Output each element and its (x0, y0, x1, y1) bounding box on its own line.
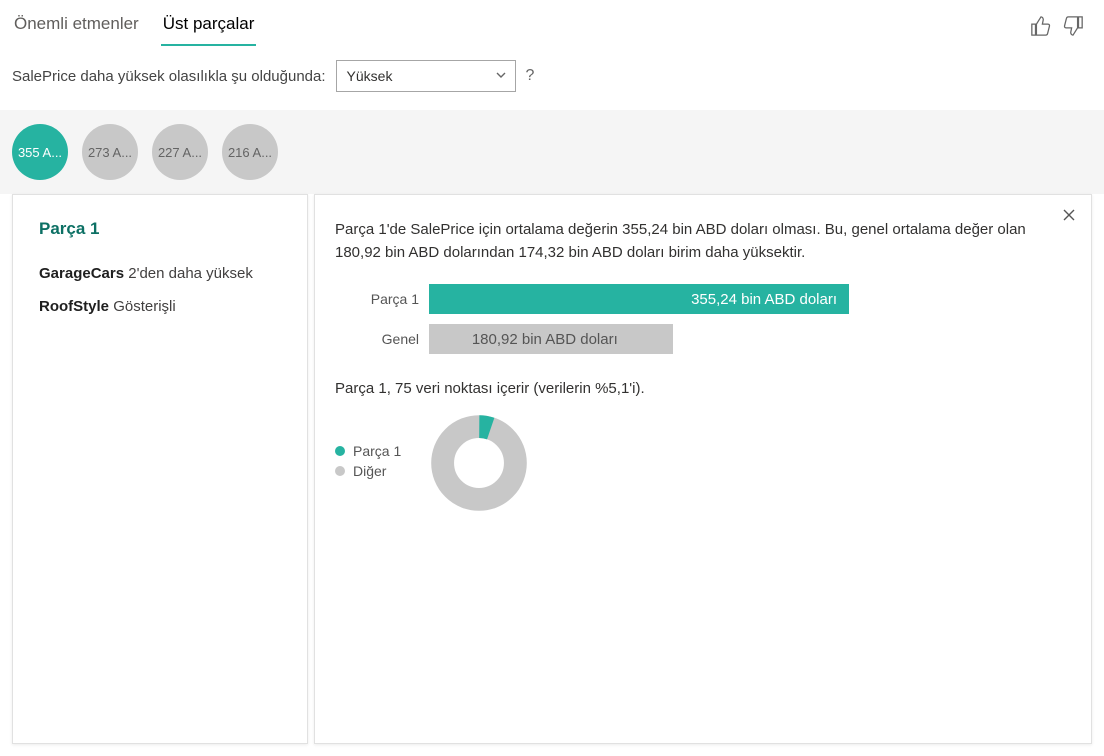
bar-fill-segment: 355,24 bin ABD doları (429, 284, 849, 314)
prompt-row: SalePrice daha yüksek olasılıkla şu oldu… (0, 46, 1104, 110)
segment-bubble-1[interactable]: 355 A... (12, 124, 68, 180)
close-icon[interactable] (1061, 207, 1077, 228)
bar-chart: Parça 1 355,24 bin ABD doları Genel 180,… (335, 284, 1067, 354)
donut-chart (431, 415, 527, 511)
select-value: Yüksek (347, 68, 393, 84)
legend-label: Diğer (353, 463, 386, 479)
segment-bubbles: 355 A... 273 A... 227 A... 216 A... (0, 110, 1104, 194)
segment-bubble-4[interactable]: 216 A... (222, 124, 278, 180)
donut-legend: Parça 1 Diğer (335, 443, 401, 483)
thumbs-up-icon[interactable] (1030, 15, 1052, 40)
tab-top-segments[interactable]: Üst parçalar (161, 8, 257, 46)
legend-dot-icon (335, 446, 345, 456)
bar-row-overall: Genel 180,92 bin ABD doları (335, 324, 1067, 354)
condition-row: RoofStyle Gösterişli (39, 298, 281, 315)
segment-detail-panel: Parça 1'de SalePrice için ortalama değer… (314, 194, 1092, 744)
value-select[interactable]: Yüksek (336, 60, 516, 92)
donut-description: Parça 1, 75 veri noktası içerir (veriler… (335, 380, 1067, 397)
prompt-text: SalePrice daha yüksek olasılıkla şu oldu… (12, 68, 326, 85)
legend-row-secondary: Diğer (335, 463, 401, 479)
chevron-down-icon (495, 68, 507, 84)
bar-fill-overall: 180,92 bin ABD doları (429, 324, 673, 354)
segment-bubble-3[interactable]: 227 A... (152, 124, 208, 180)
feedback-controls (1030, 15, 1092, 40)
donut-section: Parça 1, 75 veri noktası içerir (veriler… (335, 380, 1067, 511)
condition-feature: GarageCars (39, 265, 124, 282)
thumbs-down-icon[interactable] (1062, 15, 1084, 40)
help-icon[interactable]: ? (526, 67, 535, 85)
legend-row-primary: Parça 1 (335, 443, 401, 459)
bar-value: 180,92 bin ABD doları (472, 331, 618, 348)
bar-label: Parça 1 (335, 291, 429, 307)
condition-row: GarageCars 2'den daha yüksek (39, 265, 281, 282)
bar-label: Genel (335, 331, 429, 347)
segment-bubble-2[interactable]: 273 A... (82, 124, 138, 180)
bar-row-segment: Parça 1 355,24 bin ABD doları (335, 284, 1067, 314)
tab-key-influencers[interactable]: Önemli etmenler (12, 8, 141, 46)
legend-label: Parça 1 (353, 443, 401, 459)
condition-desc: Gösterişli (113, 298, 176, 315)
condition-desc: 2'den daha yüksek (128, 265, 253, 282)
segment-description: Parça 1'de SalePrice için ortalama değer… (335, 219, 1035, 264)
tabs-bar: Önemli etmenler Üst parçalar (0, 0, 1104, 46)
segment-conditions-panel: Parça 1 GarageCars 2'den daha yüksek Roo… (12, 194, 308, 744)
bar-value: 355,24 bin ABD doları (691, 291, 837, 308)
condition-feature: RoofStyle (39, 298, 109, 315)
legend-dot-icon (335, 466, 345, 476)
segment-title: Parça 1 (39, 219, 281, 239)
detail-panels: Parça 1 GarageCars 2'den daha yüksek Roo… (0, 194, 1104, 756)
